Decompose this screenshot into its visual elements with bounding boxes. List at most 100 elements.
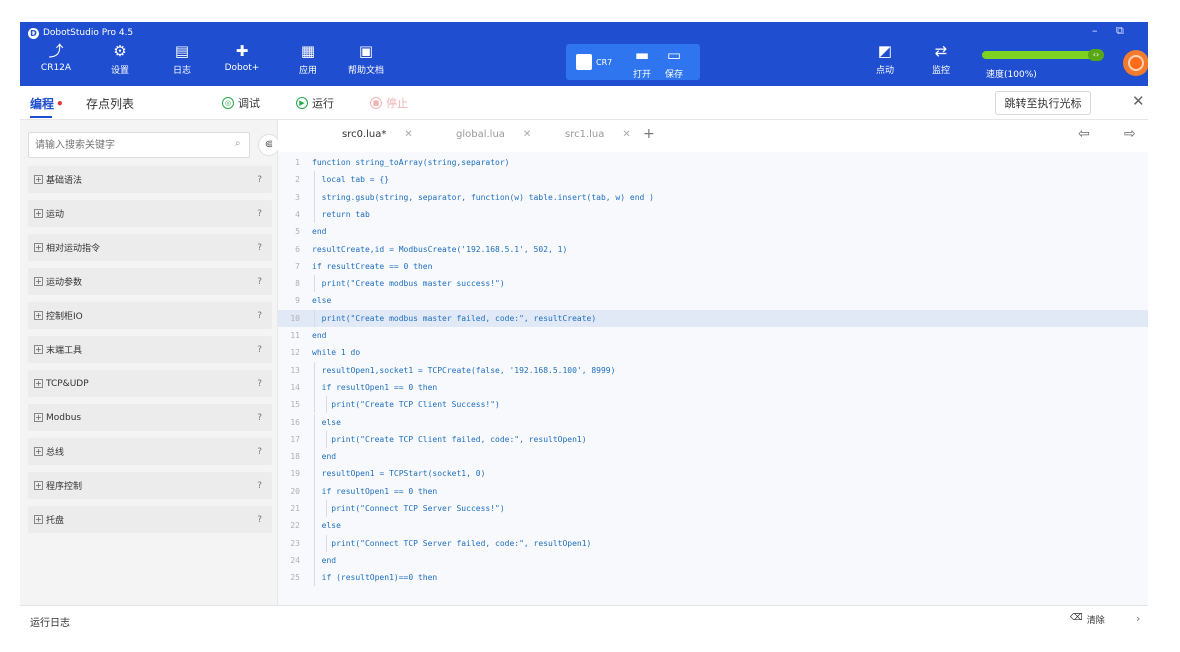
run-button[interactable]: ▶ 运行 [296, 95, 334, 111]
code-line[interactable]: else [312, 517, 341, 534]
code-line[interactable]: if resultCreate == 0 then [312, 258, 432, 275]
file-tab-src0[interactable]: src0.lua* ✕ [342, 129, 413, 140]
redo-icon[interactable]: ⇨ [1124, 126, 1136, 142]
indent-guide [314, 171, 315, 189]
code-line[interactable]: if resultOpen1 == 0 then [312, 483, 438, 500]
help-icon[interactable]: ? [257, 379, 262, 389]
tab-point-list[interactable]: 存点列表 [86, 95, 134, 112]
code-line[interactable]: end [312, 327, 326, 344]
speed-slider-handle[interactable]: ‹› [1088, 49, 1104, 61]
jump-to-cursor-button[interactable]: 跳转至执行光标 [995, 91, 1091, 115]
toolbar-settings-button[interactable]: ⚙ 设置 [98, 42, 142, 82]
indent-guide [314, 551, 315, 570]
code-line[interactable]: if (resultOpen1)==0 then [312, 569, 438, 586]
file-tab-global[interactable]: global.lua ✕ [456, 129, 531, 140]
help-icon[interactable]: ? [257, 243, 262, 253]
line-number: 14 [290, 382, 300, 392]
help-icon[interactable]: ? [257, 447, 262, 457]
help-icon[interactable]: ? [257, 209, 262, 219]
close-tab-icon[interactable]: ✕ [404, 129, 412, 140]
category-motion-params[interactable]: + 运动参数? [28, 268, 272, 295]
code-line[interactable]: resultOpen1 = TCPStart(socket1, 0) [312, 465, 486, 482]
close-tab-icon[interactable]: ✕ [622, 129, 630, 140]
code-line[interactable]: return tab [312, 206, 370, 223]
code-line[interactable]: resultCreate,id = ModbusCreate('192.168.… [312, 241, 567, 258]
line-number: 2 [295, 175, 300, 185]
save-file-button[interactable]: ▭ 保存 [656, 46, 692, 86]
category-program-control[interactable]: + 程序控制? [28, 472, 272, 499]
search-icon[interactable]: ⌕ [235, 138, 241, 149]
category-bus[interactable]: + 总线? [28, 438, 272, 465]
toolbar-monitor-button[interactable]: ⇄ 监控 [919, 42, 963, 82]
code-line[interactable]: end [312, 223, 326, 240]
help-icon[interactable]: ? [257, 175, 262, 185]
category-motion[interactable]: + 运动? [28, 200, 272, 227]
toolbar-app-button[interactable]: ▦ 应用 [286, 42, 330, 82]
code-line[interactable]: else [312, 292, 331, 309]
code-area[interactable]: 1 2 3 4 5 6 7 8 9 10 11 12 13 14 15 16 17 18 19 20 21 22 23 24 2… [278, 152, 1148, 605]
close-icon[interactable]: ✕ [1132, 92, 1145, 110]
code-line[interactable]: local tab = {} [312, 171, 389, 188]
toolbar-jog-button[interactable]: ◩ 点动 [863, 42, 907, 82]
puzzle-icon: ✚ [235, 42, 249, 60]
speed-slider[interactable] [982, 51, 1100, 59]
code-line[interactable]: print("Connect TCP Server failed, code:"… [312, 535, 591, 552]
collapse-sidebar-button[interactable]: ⋐ [258, 134, 280, 156]
code-mode-button[interactable]: CR7 [576, 54, 612, 70]
code-line[interactable]: print("Create TCP Client failed, code:",… [312, 431, 586, 448]
help-icon[interactable]: ? [257, 311, 262, 321]
expand-icon: + [34, 209, 43, 218]
toolbar-help-doc-button[interactable]: ▣ 帮助文档 [344, 42, 388, 82]
category-tcp-udp[interactable]: + TCP&UDP? [28, 370, 272, 397]
minimize-button[interactable]: – [1092, 24, 1098, 37]
tab-programming[interactable]: 编程 • [30, 95, 64, 112]
line-number: 8 [295, 279, 300, 289]
category-modbus[interactable]: + Modbus? [28, 404, 272, 431]
code-line[interactable]: if resultOpen1 == 0 then [312, 379, 438, 396]
code-line[interactable]: print("Create modbus master failed, code… [312, 310, 597, 327]
file-tab-src1[interactable]: src1.lua ✕ [565, 129, 631, 140]
chevron-right-icon[interactable]: › [1136, 612, 1140, 625]
help-icon[interactable]: ? [257, 413, 262, 423]
category-basic-syntax[interactable]: + 基础语法? [28, 166, 272, 193]
clear-log-button[interactable]: ⌫ 清除 [1070, 613, 1105, 626]
category-relative-motion[interactable]: + 相对运动指令? [28, 234, 272, 261]
code-line[interactable]: print("Connect TCP Server Success!") [312, 500, 504, 517]
app-icon: ▦ [300, 42, 316, 60]
help-icon[interactable]: ? [257, 515, 262, 525]
stop-icon: ■ [370, 97, 382, 109]
code-line[interactable]: resultOpen1,socket1 = TCPCreate(false, '… [312, 362, 616, 379]
add-tab-button[interactable]: + [643, 126, 655, 142]
help-icon[interactable]: ? [257, 345, 262, 355]
expand-icon: + [34, 311, 43, 320]
code-line[interactable]: while 1 do [312, 344, 360, 361]
code-mode-icon [576, 54, 592, 70]
code-line[interactable]: print("Create TCP Client Success!") [312, 396, 500, 413]
category-pallet[interactable]: + 托盘? [28, 506, 272, 533]
line-number: 12 [290, 348, 300, 358]
debug-button[interactable]: ◎ 调试 [222, 95, 260, 111]
toolbar-dobot-plus-button[interactable]: ✚ Dobot+ [220, 42, 264, 82]
code-line[interactable]: print("Create modbus master success!") [312, 275, 505, 292]
app-logo-icon: D [28, 27, 39, 39]
code-line[interactable]: function string_toArray(string,separator… [312, 154, 509, 171]
code-line[interactable]: else [312, 414, 341, 431]
emergency-stop-button[interactable] [1123, 50, 1148, 76]
toolbar-robot-cr12a-button[interactable]: ⤴ CR12A [34, 42, 78, 82]
category-end-tool[interactable]: + 末端工具? [28, 336, 272, 363]
code-line[interactable]: end [312, 448, 336, 465]
undo-icon[interactable]: ⇦ [1078, 126, 1090, 142]
help-icon[interactable]: ? [257, 481, 262, 491]
line-number: 1 [295, 158, 300, 167]
toolbar-log-button[interactable]: ▤ 日志 [160, 42, 204, 82]
search-input[interactable] [29, 133, 229, 157]
open-file-button[interactable]: ▬ 打开 [624, 46, 660, 86]
code-line[interactable]: string.gsub(string, separator, function(… [312, 189, 654, 206]
expand-icon: + [34, 243, 43, 252]
restore-button[interactable]: ⧉ [1116, 24, 1124, 38]
stop-button[interactable]: ■ 停止 [370, 95, 408, 111]
category-cabinet-io[interactable]: + 控制柜IO? [28, 302, 272, 329]
code-line[interactable]: end [312, 552, 336, 569]
close-tab-icon[interactable]: ✕ [523, 129, 531, 140]
help-icon[interactable]: ? [257, 277, 262, 287]
